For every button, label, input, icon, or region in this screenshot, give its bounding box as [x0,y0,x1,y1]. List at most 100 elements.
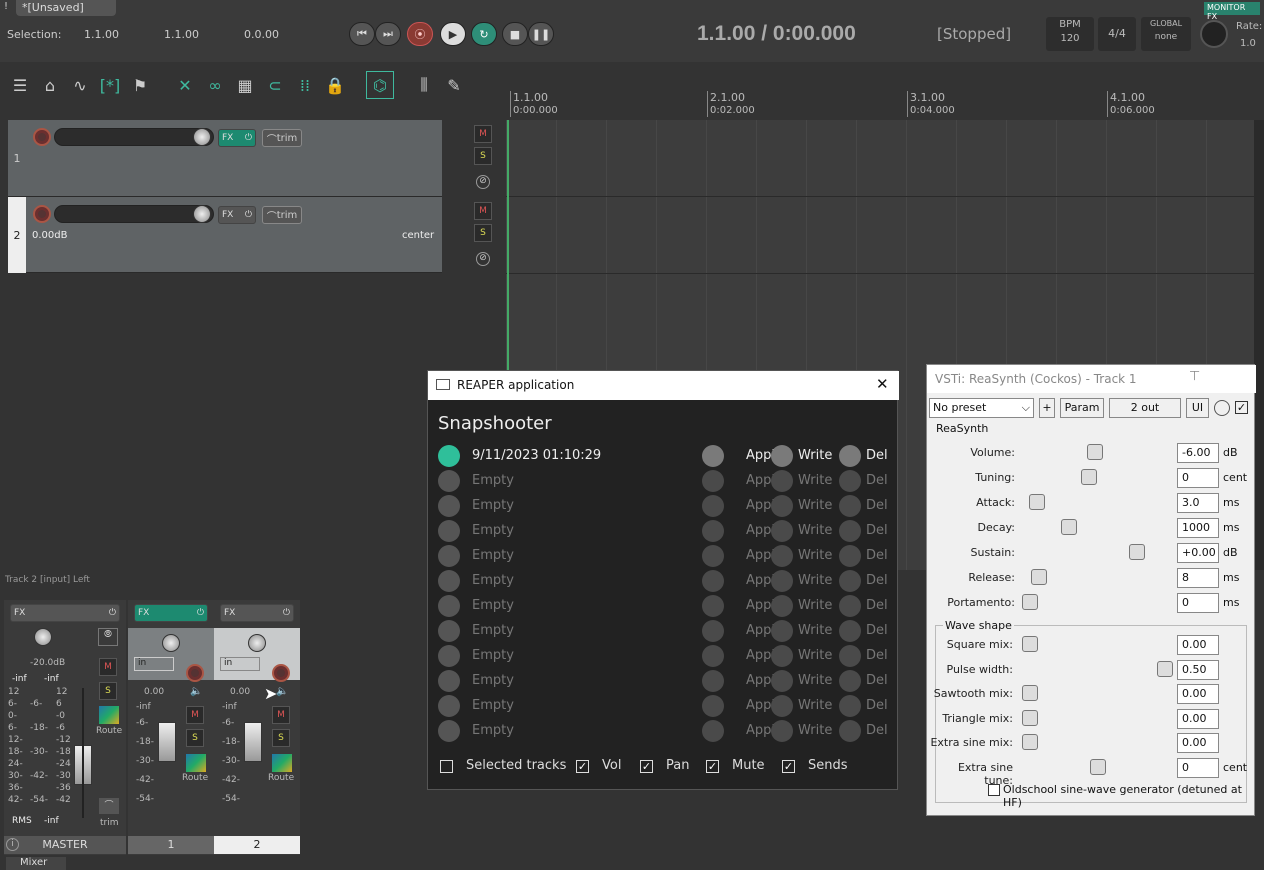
snapshot-indicator[interactable] [438,620,460,642]
apply-button[interactable] [702,520,724,542]
mute-button[interactable]: M [474,125,492,143]
del-button[interactable] [839,545,861,567]
io-button[interactable]: 2 out [1109,398,1181,418]
monitor-fx-button[interactable]: MONITOR FX [1204,2,1260,21]
param-slider[interactable] [1028,494,1045,510]
param-value-field[interactable]: 3.0 [1177,493,1219,513]
record-arm-button[interactable] [272,664,290,682]
param-value-field[interactable]: 0.00 [1177,635,1219,655]
snapshot-indicator[interactable] [438,470,460,492]
power-icon[interactable]: ⏻ [245,210,252,220]
phase-icon[interactable]: ⊘ [476,252,490,266]
fx-button[interactable]: FX ⏻ [218,206,256,224]
param-slider[interactable] [1086,444,1103,460]
del-button[interactable] [839,570,861,592]
apply-button[interactable] [702,720,724,742]
pause-button[interactable]: ❚❚ [528,22,554,46]
del-button[interactable] [839,470,861,492]
strip-name-master[interactable]: MASTER [4,836,126,854]
bpm-value[interactable]: 120 [1046,33,1094,44]
param-slider[interactable] [1022,636,1038,652]
strip-name-1[interactable]: 1 [128,836,214,854]
grid-icon[interactable]: ▦ [231,71,259,99]
master-trim-button[interactable]: ⌒ [99,798,119,814]
param-slider[interactable] [1128,544,1145,560]
volume-slider[interactable] [54,128,214,146]
param-value-field[interactable]: -6.00 [1177,443,1219,463]
power-icon[interactable]: ⏻ [245,133,252,143]
snapshot-indicator[interactable] [438,520,460,542]
write-button[interactable] [771,445,793,467]
add-preset-button[interactable]: + [1039,398,1055,418]
param-slider[interactable] [1061,519,1078,535]
power-icon[interactable]: ⏻ [197,608,204,618]
snapshot-indicator[interactable] [438,445,460,467]
ui-button[interactable]: UI [1186,398,1209,418]
global-box[interactable]: GLOBAL none [1141,17,1191,51]
master-solo-button[interactable]: S [99,682,117,700]
option-checkbox[interactable] [440,760,453,773]
rate-knob[interactable] [1200,20,1228,48]
option-checkbox[interactable]: ✓ [640,760,653,773]
crossfade-icon[interactable]: ✕ [171,71,199,99]
menu-icon[interactable]: ! [4,1,8,12]
master-pan-knob[interactable] [34,628,52,646]
solo-button[interactable]: S [186,729,204,747]
apply-button[interactable] [702,470,724,492]
bypass-checkbox[interactable]: ✓ [1235,401,1248,414]
write-button[interactable] [771,495,793,517]
apply-button[interactable] [702,595,724,617]
route-label[interactable]: Route [182,773,208,783]
ripple-off-icon[interactable]: ∿ [66,71,94,99]
link-icon[interactable]: ∞ [201,71,229,99]
del-button[interactable] [839,670,861,692]
del-button[interactable] [839,445,861,467]
snap-icon[interactable]: ⊂ [261,71,289,99]
project-tab[interactable]: *[Unsaved] [16,0,116,16]
apply-button[interactable] [702,620,724,642]
param-value-field[interactable]: 1000 [1177,518,1219,538]
repeat-button[interactable]: ↻ [471,22,497,46]
fx-button[interactable]: FX ⏻ [220,604,294,622]
pan-knob[interactable] [162,634,180,652]
track-2[interactable]: 2 FX ⏻ ⌒ trim 0.00dB center [8,197,442,273]
param-slider[interactable] [1022,685,1038,701]
route-icon[interactable] [186,754,206,772]
route-label[interactable]: Route [268,773,294,783]
position-display[interactable]: 1.1.00 / 0:00.000 [697,22,856,46]
fader[interactable] [158,722,176,762]
apply-button[interactable] [702,545,724,567]
record-arm-button[interactable] [33,128,51,146]
write-button[interactable] [771,670,793,692]
write-button[interactable] [771,695,793,717]
write-button[interactable] [771,720,793,742]
route-label[interactable]: Route [96,726,122,736]
auto-crossfade-icon[interactable]: [*] [96,71,124,99]
del-button[interactable] [839,720,861,742]
volume-knob[interactable] [193,128,211,146]
track-1[interactable]: 1 FX ⏻ ⌒ trim [8,120,442,197]
route-icon[interactable] [99,706,119,724]
write-button[interactable] [771,470,793,492]
lock-icon[interactable]: 🔒 [321,71,349,99]
param-value-field[interactable]: 0.00 [1177,733,1219,753]
option-checkbox[interactable]: ✓ [706,760,719,773]
snapshot-indicator[interactable] [438,670,460,692]
rate-value[interactable]: 1.0 [1240,38,1256,49]
speaker-icon[interactable]: 🔈 [276,686,288,697]
mute-button[interactable]: M [186,706,204,724]
mute-button[interactable]: M [474,202,492,220]
param-value-field[interactable]: 0.50 [1177,659,1219,680]
solo-button[interactable]: S [474,147,492,165]
write-button[interactable] [771,645,793,667]
phase-icon[interactable]: ⊘ [476,175,490,189]
trim-button[interactable]: ⌒ trim [262,129,302,147]
param-value-field[interactable]: 0 [1177,593,1219,613]
del-button[interactable] [839,620,861,642]
record-arm-button[interactable] [33,205,51,223]
go-to-start-icon[interactable]: ⏮ [349,22,375,46]
fx-button[interactable]: FX ⏻ [218,129,256,147]
param-value-field[interactable]: 8 [1177,568,1219,588]
global-value[interactable]: none [1141,32,1191,42]
grid-lines-icon[interactable]: ⁞⁞ [291,71,319,99]
